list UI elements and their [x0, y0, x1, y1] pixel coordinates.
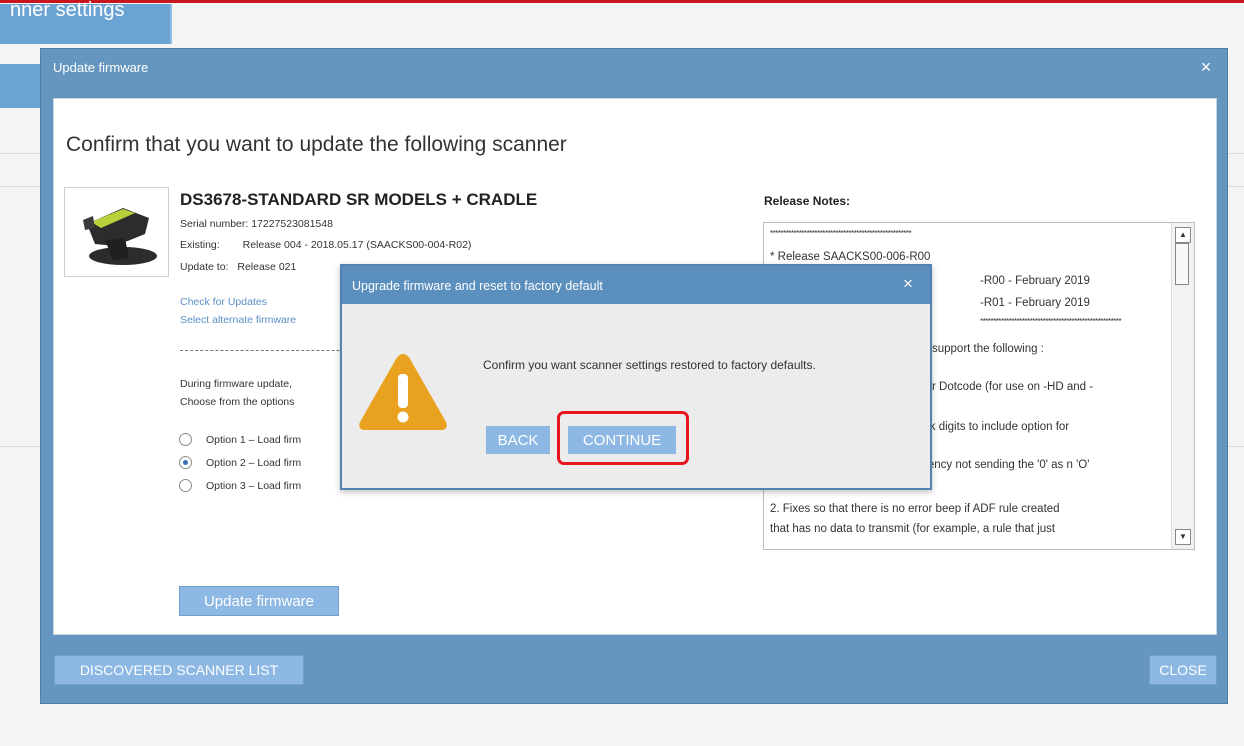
- scroll-up-icon[interactable]: ▲: [1175, 227, 1191, 243]
- release-notes-scrollbar[interactable]: ▲ ▼: [1171, 223, 1194, 549]
- release-note-line: that has no data to transmit (for exampl…: [770, 523, 1056, 535]
- option-1-label: Option 1 – Load firm: [206, 433, 302, 446]
- release-notes-label: Release Notes:: [764, 194, 851, 208]
- release-note-line: * Release SAACKS00-006-R00: [770, 251, 931, 263]
- release-note-line: rency not sending the '0' as n 'O': [924, 459, 1090, 471]
- main-dialog-close-icon[interactable]: ×: [1196, 57, 1216, 78]
- release-note-line: -R01 - February 2019: [980, 297, 1090, 309]
- existing-firmware: Existing: Release 004 - 2018.05.17 (SAAC…: [180, 239, 471, 251]
- scrollbar-thumb[interactable]: [1175, 243, 1189, 285]
- release-note-line: support the following :: [932, 343, 1044, 355]
- update-firmware-button[interactable]: Update firmware: [179, 586, 339, 616]
- release-note-line: ****************************************…: [770, 229, 912, 238]
- select-alternate-firmware-link[interactable]: Select alternate firmware: [180, 314, 296, 326]
- confirm-message: Confirm you want scanner settings restor…: [483, 358, 816, 372]
- continue-highlight-box: [557, 411, 689, 465]
- during-update-text: During firmware update,: [180, 378, 293, 390]
- radio-icon[interactable]: [179, 479, 192, 492]
- radio-selected-icon[interactable]: [179, 456, 192, 469]
- release-note-line: -R00 - February 2019: [980, 275, 1090, 287]
- confirm-dialog-close-icon[interactable]: ×: [898, 274, 918, 294]
- choose-options-text: Choose from the options: [180, 396, 295, 408]
- warning-icon: [356, 350, 450, 434]
- background-settings-tab[interactable]: nner settings: [0, 0, 172, 44]
- background-band: [0, 64, 40, 108]
- existing-value: Release 004 - 2018.05.17 (SAACKS00-004-R…: [242, 239, 472, 251]
- scanner-image: [64, 187, 169, 277]
- discovered-scanner-list-button[interactable]: DISCOVERED SCANNER LIST: [54, 655, 304, 685]
- radio-icon[interactable]: [179, 433, 192, 446]
- confirm-dialog-title: Upgrade firmware and reset to factory de…: [352, 279, 603, 293]
- option-2-label: Option 2 – Load firm: [206, 456, 302, 469]
- update-firmware-dialog-title: Update firmware: [53, 60, 149, 75]
- release-note-line: ck digits to include option for: [924, 421, 1070, 433]
- confirm-heading: Confirm that you want to update the foll…: [66, 133, 567, 156]
- option-3-label: Option 3 – Load firm: [206, 479, 302, 492]
- scroll-down-icon[interactable]: ▼: [1175, 529, 1191, 545]
- update-to-label: Update to:: [180, 261, 229, 273]
- check-for-updates-link[interactable]: Check for Updates: [180, 296, 267, 308]
- option-3-radio[interactable]: Option 3 – Load firm: [179, 479, 301, 492]
- update-to-value: Release 021: [237, 261, 297, 273]
- option-1-radio[interactable]: Option 1 – Load firm: [179, 433, 301, 446]
- update-to-firmware: Update to: Release 021: [180, 261, 296, 273]
- release-note-line: 2. Fixes so that there is no error beep …: [770, 503, 1060, 515]
- existing-label: Existing:: [180, 239, 220, 251]
- release-note-line: ****************************************…: [980, 317, 1122, 326]
- scanner-model-name: DS3678-STANDARD SR MODELS + CRADLE: [180, 190, 538, 209]
- release-note-line: r Dotcode (for use on -HD and -: [932, 381, 1094, 393]
- option-2-radio[interactable]: Option 2 – Load firm: [179, 456, 301, 469]
- serial-number: Serial number: 17227523081548: [180, 218, 333, 230]
- background-tab-label: nner settings: [10, 0, 125, 21]
- close-button[interactable]: CLOSE: [1149, 655, 1217, 685]
- frame-top-border: [0, 0, 1244, 3]
- back-button[interactable]: BACK: [486, 426, 550, 454]
